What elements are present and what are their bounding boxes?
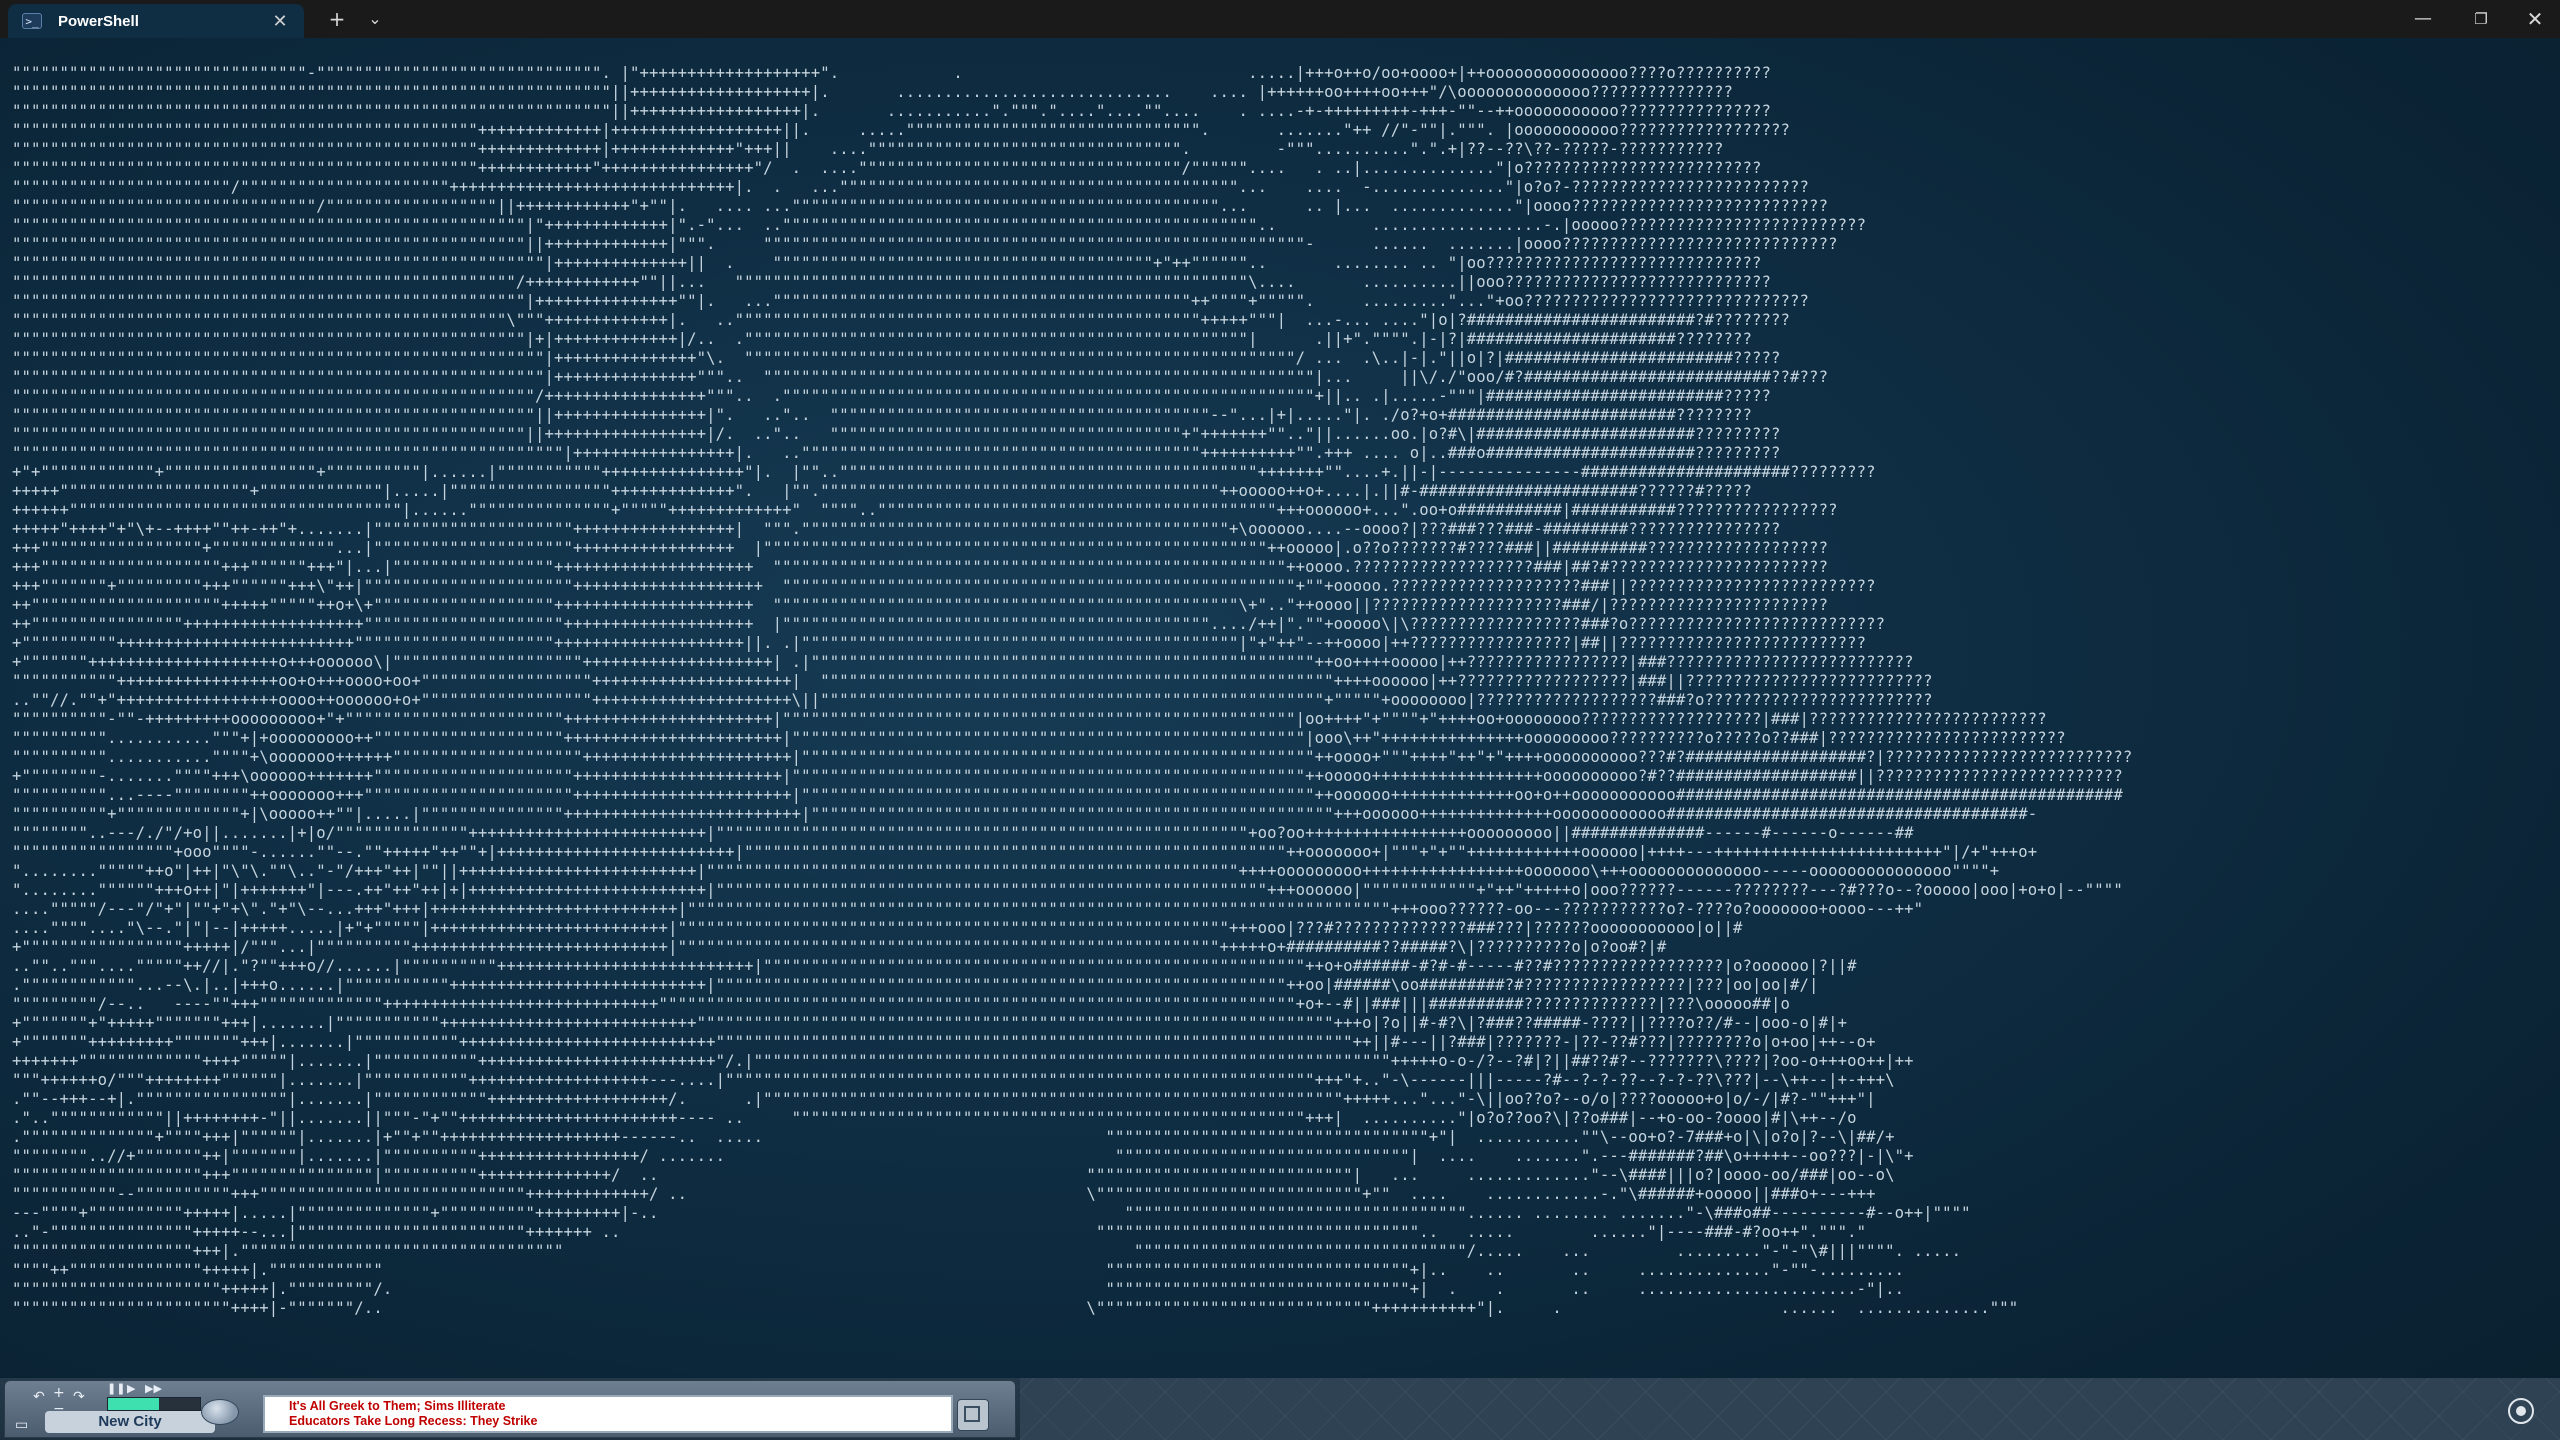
game-bar: ↶ + ↷ − ▭ ❚❚ ▶ ▶▶ New City It's All Gree…	[0, 1378, 2560, 1440]
zoom-in-icon[interactable]: +	[53, 1385, 65, 1401]
rotate-right-icon[interactable]: ↷	[73, 1389, 85, 1405]
ascii-art-output: """""""""""""""""""""""""""""""-""""""""…	[12, 64, 2133, 1317]
pause-icon[interactable]: ❚❚	[107, 1381, 125, 1397]
fast-forward-icon[interactable]: ▶▶	[145, 1381, 162, 1397]
minimize-button[interactable]: —	[2400, 4, 2446, 34]
options-disc-icon[interactable]	[201, 1399, 239, 1425]
news-headline-1: It's All Greek to Them; Sims Illiterate	[289, 1399, 506, 1413]
powershell-icon: >_	[22, 13, 42, 29]
news-toggle-icon[interactable]	[957, 1399, 989, 1431]
play-icon[interactable]: ▶	[127, 1381, 135, 1397]
news-headline-2: Educators Take Long Recess: They Strike	[289, 1414, 538, 1428]
tab-title: PowerShell	[58, 12, 139, 30]
city-name-label[interactable]: New City	[45, 1411, 215, 1433]
rotate-left-icon[interactable]: ↶	[33, 1389, 45, 1405]
map-floor	[1020, 1378, 2560, 1440]
close-window-button[interactable]: ✕	[2512, 4, 2558, 34]
terminal-viewport[interactable]: """""""""""""""""""""""""""""""-""""""""…	[0, 38, 2560, 1378]
minimize-panel-icon[interactable]: ▭	[15, 1417, 28, 1433]
new-tab-button[interactable]: +	[322, 4, 352, 34]
news-ticker[interactable]: It's All Greek to Them; Sims Illiterate …	[263, 1395, 953, 1433]
tab-dropdown-icon[interactable]: ⌄	[360, 4, 390, 34]
target-icon[interactable]	[2508, 1398, 2534, 1424]
control-panel: ↶ + ↷ − ▭ ❚❚ ▶ ▶▶ New City It's All Gree…	[4, 1380, 1016, 1438]
maximize-button[interactable]: ❐	[2458, 4, 2504, 34]
speed-slider[interactable]	[107, 1397, 201, 1411]
powershell-window: >_ PowerShell ✕ + ⌄ — ❐ ✕ """"""""""""""…	[0, 0, 2560, 1440]
speed-fill	[108, 1398, 159, 1410]
tab-powershell[interactable]: >_ PowerShell ✕	[8, 4, 304, 38]
close-tab-icon[interactable]: ✕	[268, 11, 292, 32]
title-bar: >_ PowerShell ✕ + ⌄ — ❐ ✕	[0, 0, 2560, 38]
